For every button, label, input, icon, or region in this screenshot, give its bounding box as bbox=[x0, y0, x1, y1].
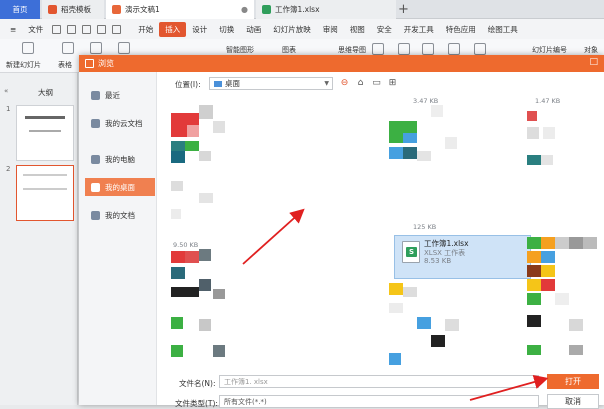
arrow-to-file bbox=[242, 208, 305, 265]
annotation-arrows bbox=[242, 208, 549, 401]
arrow-to-open bbox=[469, 374, 549, 401]
